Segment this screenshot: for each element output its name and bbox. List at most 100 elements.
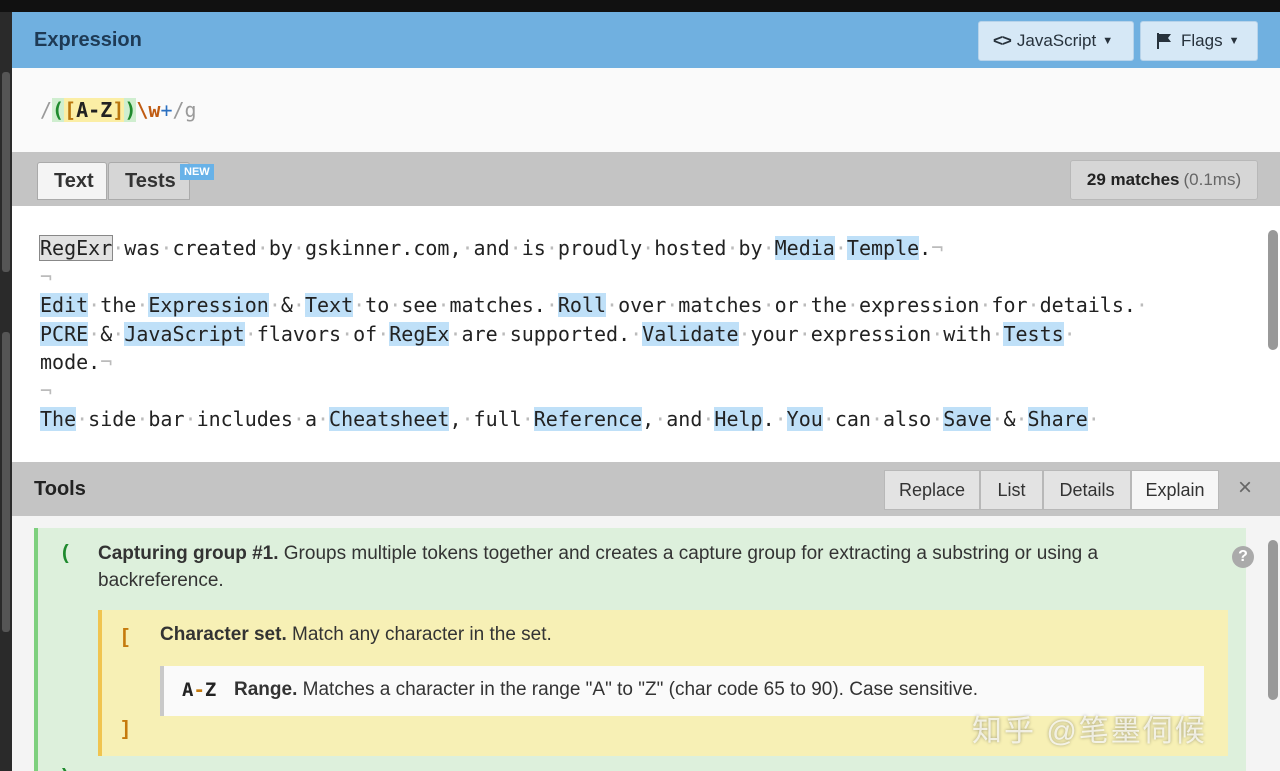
- whitespace-marker: ·: [353, 293, 366, 317]
- whitespace-marker: ·: [389, 293, 402, 317]
- whitespace-marker: ·: [136, 293, 149, 317]
- match-highlight[interactable]: Tests: [1003, 321, 1064, 346]
- whitespace-marker: ·: [630, 321, 643, 346]
- tool-tab-list[interactable]: List: [980, 470, 1043, 510]
- range-token-z: Z: [204, 679, 217, 701]
- match-highlight[interactable]: Validate: [642, 321, 739, 346]
- match-highlight[interactable]: Share: [1027, 407, 1088, 431]
- tool-tab-details[interactable]: Details: [1043, 470, 1131, 510]
- match-highlight[interactable]: Roll: [557, 293, 607, 317]
- test-text-area[interactable]: RegExr·was·created·by·gskinner.com,·and·…: [12, 206, 1280, 462]
- match-highlight[interactable]: Temple: [846, 236, 920, 260]
- whitespace-marker: ·: [991, 407, 1004, 431]
- match-highlight[interactable]: Text: [304, 293, 354, 317]
- expression-text[interactable]: /([A-Z])\w+/g: [40, 98, 197, 122]
- expression-editor[interactable]: /([A-Z])\w+/g: [12, 68, 1280, 152]
- whitespace-marker: ·: [292, 236, 305, 260]
- text-token: can: [834, 407, 871, 431]
- text-line[interactable]: RegExr·was·created·by·gskinner.com,·and·…: [38, 234, 1148, 263]
- test-text-lines[interactable]: RegExr·was·created·by·gskinner.com,·and·…: [38, 234, 1148, 434]
- match-highlight[interactable]: JavaScript: [124, 321, 245, 346]
- whitespace-marker: ·: [654, 407, 667, 431]
- text-line[interactable]: PCRE·&·JavaScript·flavors·of·RegEx·are·s…: [40, 320, 1148, 349]
- whitespace-marker: ·: [931, 407, 944, 431]
- text-line[interactable]: The·side·bar·includes·a·Cheatsheet,·full…: [40, 405, 1148, 434]
- group-open-token: (: [62, 542, 69, 564]
- range-description: Range. Matches a character in the range …: [234, 679, 978, 701]
- match-highlight[interactable]: Edit: [40, 293, 89, 317]
- caret-down-icon: ▼: [1102, 35, 1114, 47]
- match-highlight[interactable]: Media: [774, 236, 835, 260]
- match-highlight[interactable]: RegEx: [389, 321, 450, 346]
- text-token: ,: [642, 407, 655, 431]
- match-time: (0.1ms): [1183, 170, 1242, 189]
- tool-tab-replace[interactable]: Replace: [884, 470, 980, 510]
- whitespace-marker: ·: [88, 293, 101, 317]
- window-top-bar: [0, 0, 1280, 12]
- text-token: is: [521, 236, 546, 260]
- match-highlight[interactable]: Reference: [533, 407, 643, 431]
- whitespace-marker: ·: [774, 407, 787, 431]
- whitespace-marker: ·: [762, 293, 775, 317]
- caret-down-icon: ▼: [1228, 35, 1240, 47]
- whitespace-marker: ·: [509, 236, 522, 260]
- regex-set-close[interactable]: ]: [112, 98, 125, 122]
- whitespace-marker: ·: [76, 407, 89, 431]
- whitespace-marker: ·: [931, 321, 944, 346]
- regex-set-open[interactable]: [: [64, 98, 77, 122]
- text-line[interactable]: mode.¬: [40, 348, 1148, 377]
- regex-escape[interactable]: \w: [136, 98, 160, 122]
- regex-flags[interactable]: g: [185, 98, 197, 122]
- whitespace-marker: ·: [292, 293, 305, 317]
- tool-tab-explain[interactable]: Explain: [1131, 470, 1219, 510]
- match-highlight[interactable]: Save: [943, 407, 992, 431]
- regex-range[interactable]: A-Z: [76, 98, 113, 122]
- tab-tests[interactable]: Tests: [108, 162, 190, 200]
- match-highlight[interactable]: PCRE: [40, 321, 89, 346]
- text-token: matches: [678, 293, 763, 317]
- flag-icon: [1157, 33, 1171, 49]
- text-line[interactable]: Edit·the·Expression·&·Text·to·see·matche…: [40, 291, 1148, 320]
- text-token: side: [88, 407, 137, 431]
- language-dropdown-button[interactable]: <> JavaScript ▼: [978, 21, 1134, 61]
- whitespace-marker: ·: [1027, 293, 1040, 317]
- regex-group-close[interactable]: ): [124, 98, 137, 122]
- tab-text[interactable]: Text: [37, 162, 107, 200]
- text-token: gskinner.com,: [304, 236, 462, 260]
- whitespace-marker: ·: [377, 321, 390, 346]
- flags-dropdown-button[interactable]: Flags ▼: [1140, 21, 1258, 61]
- whitespace-marker: ·: [870, 407, 884, 431]
- text-token: ,: [449, 407, 462, 431]
- whitespace-marker: ·: [846, 293, 859, 317]
- match-highlight-selected[interactable]: RegExr: [38, 235, 114, 261]
- tools-title: Tools: [34, 478, 86, 500]
- match-highlight[interactable]: Expression: [148, 293, 269, 317]
- gutter-handle: [2, 72, 10, 272]
- text-line[interactable]: ¬: [40, 263, 1148, 292]
- text-token: or: [774, 293, 799, 317]
- set-desc-text: Match any character in the set.: [292, 624, 552, 645]
- match-highlight[interactable]: Cheatsheet: [329, 407, 450, 431]
- match-highlight[interactable]: Help: [714, 407, 763, 431]
- text-token: created: [172, 236, 257, 260]
- match-highlight[interactable]: The: [40, 407, 77, 431]
- text-scrollbar[interactable]: [1268, 230, 1278, 350]
- match-count: 29 matches: [1086, 170, 1180, 189]
- match-highlight[interactable]: You: [786, 407, 823, 431]
- regex-group-open[interactable]: (: [52, 98, 65, 122]
- regex-quantifier[interactable]: +: [160, 98, 172, 122]
- close-icon[interactable]: ×: [1238, 474, 1252, 502]
- help-icon[interactable]: ?: [1232, 546, 1254, 568]
- text-token: by: [738, 236, 763, 260]
- range-desc-text: Matches a character in the range "A" to …: [302, 679, 979, 700]
- text-token: mode.: [40, 350, 101, 374]
- explain-scrollbar[interactable]: [1268, 540, 1278, 700]
- whitespace-marker: ¬: [100, 350, 113, 374]
- match-count-box: 29 matches (0.1ms): [1070, 160, 1258, 200]
- text-line[interactable]: ¬: [40, 377, 1148, 406]
- whitespace-marker: ·: [316, 407, 330, 431]
- group-description: Capturing group #1. Groups multiple toke…: [98, 540, 1158, 594]
- text-token: expression: [858, 293, 980, 317]
- whitespace-marker: ·: [244, 321, 257, 346]
- whitespace-marker: ·: [112, 321, 125, 346]
